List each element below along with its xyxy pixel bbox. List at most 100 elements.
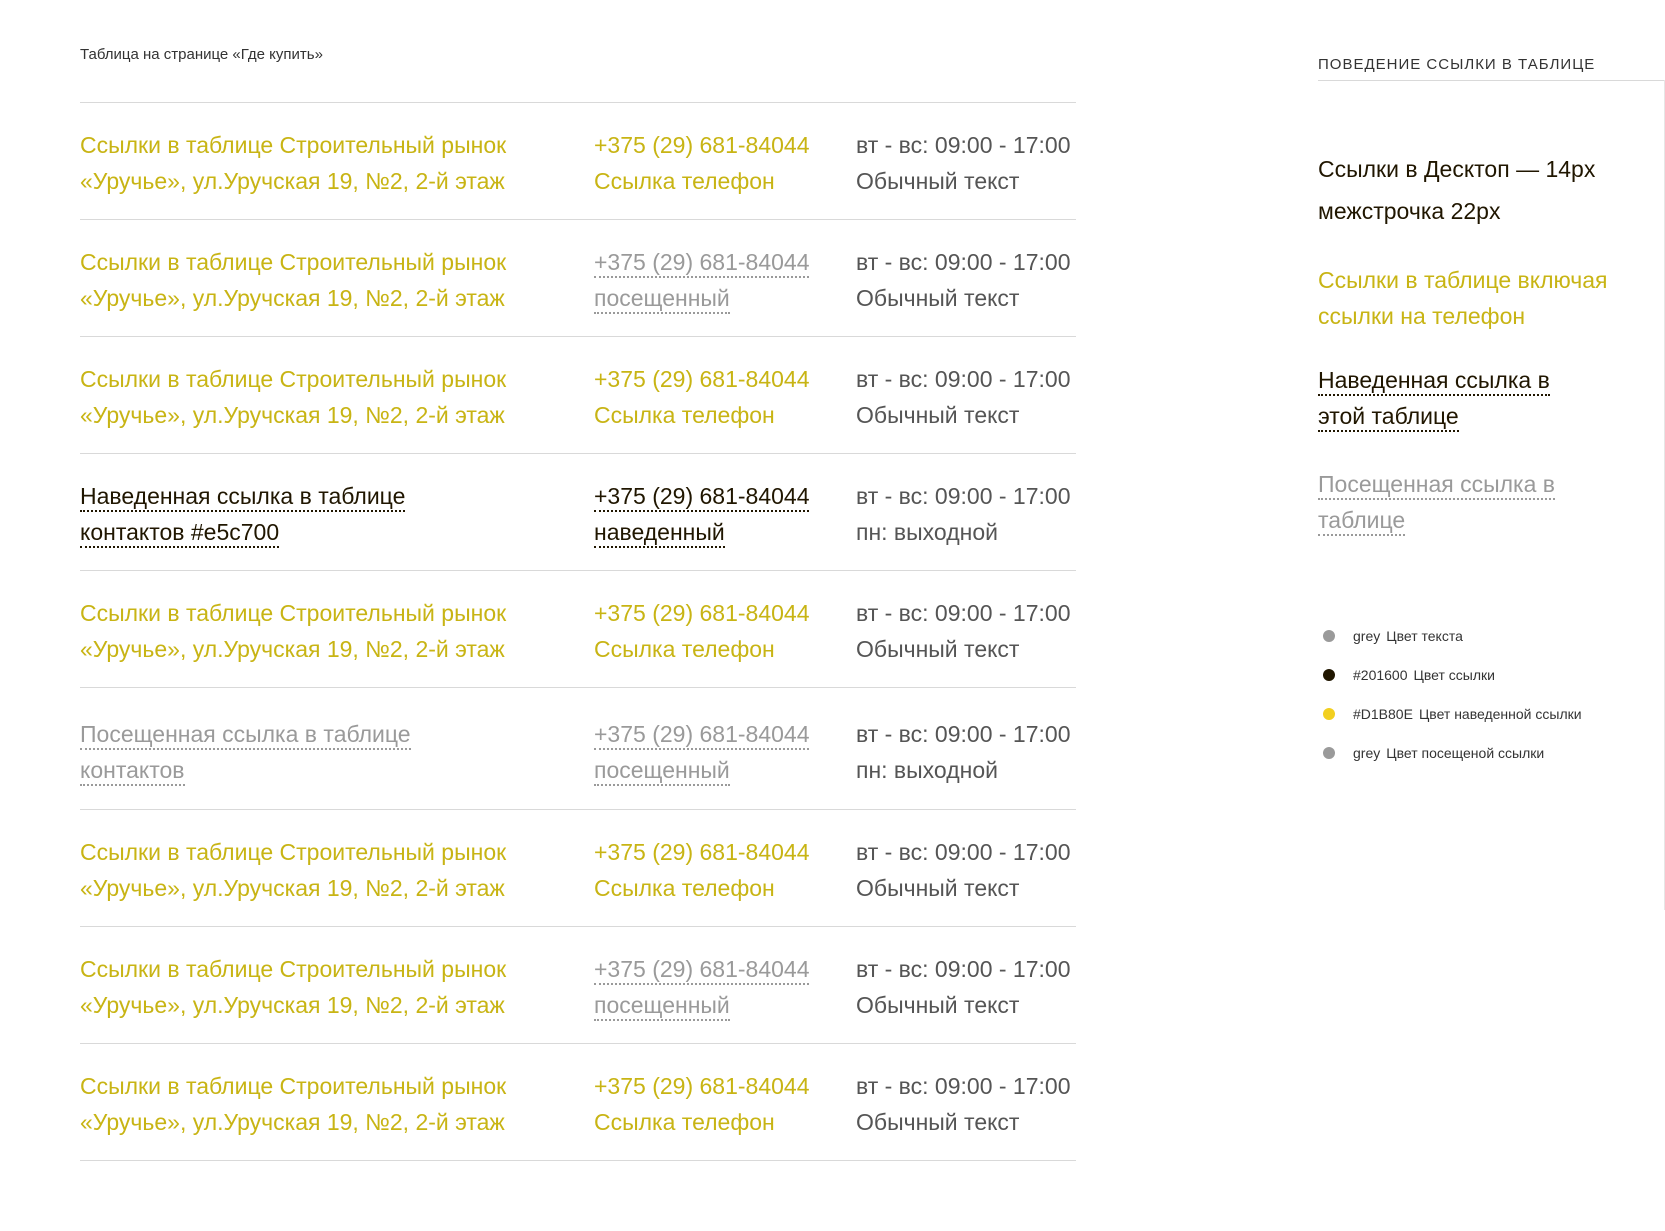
phone-cell-line[interactable]: посещенный: [594, 280, 856, 316]
table-link-text[interactable]: контактов: [80, 756, 185, 786]
table-link-text[interactable]: Ссылка телефон: [594, 635, 775, 663]
table-link-text[interactable]: Ссылки в таблице Строительный рынок: [80, 599, 506, 627]
link-example[interactable]: Ссылки в таблице включая ссылки на телеф…: [1318, 262, 1648, 334]
table-link-text[interactable]: Ссылка телефон: [594, 874, 775, 902]
phone-cell-line[interactable]: наведенный: [594, 514, 856, 550]
table-link-text[interactable]: Наведенная ссылка в таблице: [80, 482, 406, 512]
phone-cell-line[interactable]: +375 (29) 681-84044: [594, 478, 856, 514]
address-cell[interactable]: Наведенная ссылка в таблице контактов #e5…: [80, 478, 594, 570]
phone-cell[interactable]: +375 (29) 681-84044 Ссылка телефон: [594, 595, 856, 687]
table-link-text[interactable]: посещенный: [594, 756, 730, 786]
phone-cell-line[interactable]: +375 (29) 681-84044: [594, 716, 856, 752]
address-cell-line[interactable]: «Уручье», ул.Уручская 19, №2, 2-й этаж: [80, 280, 594, 316]
address-cell-line[interactable]: Ссылки в таблице Строительный рынок: [80, 127, 594, 163]
hours-cell: вт - вс: 09:00 - 17:00 Обычный текст: [856, 1068, 1076, 1160]
table-link-text[interactable]: +375 (29) 681-84044: [594, 599, 809, 627]
table-link-text[interactable]: «Уручье», ул.Уручская 19, №2, 2-й этаж: [80, 1108, 505, 1136]
address-cell-line[interactable]: Наведенная ссылка в таблице: [80, 478, 594, 514]
phone-cell-line[interactable]: +375 (29) 681-84044: [594, 127, 856, 163]
phone-cell[interactable]: +375 (29) 681-84044 посещенный: [594, 716, 856, 809]
table-link-text[interactable]: +375 (29) 681-84044: [594, 720, 810, 750]
address-cell-line[interactable]: Посещенная ссылка в таблице: [80, 716, 594, 752]
table-link-text[interactable]: +375 (29) 681-84044: [594, 131, 809, 159]
phone-cell-line[interactable]: Ссылка телефон: [594, 870, 856, 906]
phone-cell-line[interactable]: Ссылка телефон: [594, 1104, 856, 1140]
address-cell[interactable]: Посещенная ссылка в таблице контактов: [80, 716, 594, 809]
address-cell-line[interactable]: контактов #e5c700: [80, 514, 594, 550]
table-link-text[interactable]: контактов #e5c700: [80, 518, 280, 548]
address-cell-line[interactable]: Ссылки в таблице Строительный рынок: [80, 951, 594, 987]
table-link-text[interactable]: «Уручье», ул.Уручская 19, №2, 2-й этаж: [80, 167, 505, 195]
table-link-text[interactable]: Ссылки в таблице Строительный рынок: [80, 248, 506, 276]
table-link-text[interactable]: Ссылки в таблице Строительный рынок: [80, 365, 506, 393]
address-cell-line[interactable]: контактов: [80, 752, 594, 788]
visited-link-example[interactable]: Посещенная ссылка в таблице: [1318, 466, 1648, 538]
table-link-text[interactable]: «Уручье», ул.Уручская 19, №2, 2-й этаж: [80, 635, 505, 663]
hover-link-example[interactable]: Наведенная ссылка в этой таблице: [1318, 362, 1648, 434]
table-link-text[interactable]: «Уручье», ул.Уручская 19, №2, 2-й этаж: [80, 874, 505, 902]
table-link-text[interactable]: Ссылки в таблице Строительный рынок: [80, 955, 506, 983]
phone-cell-line[interactable]: посещенный: [594, 987, 856, 1023]
table-link-text[interactable]: Ссылки в таблице Строительный рынок: [80, 838, 506, 866]
phone-cell-line[interactable]: +375 (29) 681-84044: [594, 834, 856, 870]
phone-cell-line[interactable]: +375 (29) 681-84044: [594, 595, 856, 631]
address-cell[interactable]: Ссылки в таблице Строительный рынок «Уруч…: [80, 361, 594, 453]
phone-cell[interactable]: +375 (29) 681-84044 Ссылка телефон: [594, 1068, 856, 1160]
phone-cell-line[interactable]: Ссылка телефон: [594, 631, 856, 667]
table-link-text[interactable]: Посещенная ссылка в таблице: [80, 720, 411, 750]
phone-cell-line[interactable]: +375 (29) 681-84044: [594, 1068, 856, 1104]
link-example-line[interactable]: Ссылки в таблице включая: [1318, 266, 1607, 294]
phone-cell[interactable]: +375 (29) 681-84044 Ссылка телефон: [594, 834, 856, 926]
phone-cell[interactable]: +375 (29) 681-84044 посещенный: [594, 244, 856, 336]
link-example-line[interactable]: ссылки на телефон: [1318, 302, 1525, 330]
address-cell[interactable]: Ссылки в таблице Строительный рынок «Уруч…: [80, 127, 594, 219]
phone-cell-line[interactable]: +375 (29) 681-84044: [594, 244, 856, 280]
table-link-text[interactable]: «Уручье», ул.Уручская 19, №2, 2-й этаж: [80, 401, 505, 429]
address-cell-line[interactable]: Ссылки в таблице Строительный рынок: [80, 1068, 594, 1104]
address-cell-line[interactable]: «Уручье», ул.Уручская 19, №2, 2-й этаж: [80, 987, 594, 1023]
table-link-text[interactable]: +375 (29) 681-84044: [594, 482, 810, 512]
phone-cell-line[interactable]: +375 (29) 681-84044: [594, 361, 856, 397]
table-link-text[interactable]: «Уручье», ул.Уручская 19, №2, 2-й этаж: [80, 284, 505, 312]
phone-cell-line[interactable]: посещенный: [594, 752, 856, 788]
address-cell-line[interactable]: «Уручье», ул.Уручская 19, №2, 2-й этаж: [80, 1104, 594, 1140]
table-link-text[interactable]: +375 (29) 681-84044: [594, 1072, 809, 1100]
phone-cell[interactable]: +375 (29) 681-84044 Ссылка телефон: [594, 361, 856, 453]
table-link-text[interactable]: «Уручье», ул.Уручская 19, №2, 2-й этаж: [80, 991, 505, 1019]
table-link-text[interactable]: наведенный: [594, 518, 725, 548]
phone-cell[interactable]: +375 (29) 681-84044 Ссылка телефон: [594, 127, 856, 219]
address-cell[interactable]: Ссылки в таблице Строительный рынок «Уруч…: [80, 244, 594, 336]
table-link-text[interactable]: Ссылка телефон: [594, 401, 775, 429]
address-cell-line[interactable]: Ссылки в таблице Строительный рынок: [80, 595, 594, 631]
address-cell-line[interactable]: «Уручье», ул.Уручская 19, №2, 2-й этаж: [80, 870, 594, 906]
table-link-text[interactable]: Ссылка телефон: [594, 1108, 775, 1136]
table-link-text[interactable]: +375 (29) 681-84044: [594, 838, 809, 866]
table-link-text[interactable]: посещенный: [594, 991, 730, 1021]
visited-link-example-line[interactable]: Посещенная ссылка в: [1318, 470, 1556, 500]
address-cell-line[interactable]: «Уручье», ул.Уручская 19, №2, 2-й этаж: [80, 163, 594, 199]
address-cell[interactable]: Ссылки в таблице Строительный рынок «Уруч…: [80, 595, 594, 687]
table-link-text[interactable]: Ссылка телефон: [594, 167, 775, 195]
table-link-text[interactable]: Ссылки в таблице Строительный рынок: [80, 131, 506, 159]
address-cell-line[interactable]: «Уручье», ул.Уручская 19, №2, 2-й этаж: [80, 397, 594, 433]
phone-cell-line[interactable]: +375 (29) 681-84044: [594, 951, 856, 987]
address-cell-line[interactable]: Ссылки в таблице Строительный рынок: [80, 361, 594, 397]
phone-cell[interactable]: +375 (29) 681-84044 посещенный: [594, 951, 856, 1043]
address-cell[interactable]: Ссылки в таблице Строительный рынок «Уруч…: [80, 834, 594, 926]
address-cell[interactable]: Ссылки в таблице Строительный рынок «Уруч…: [80, 1068, 594, 1160]
hover-link-example-line[interactable]: Наведенная ссылка в: [1318, 366, 1550, 396]
table-link-text[interactable]: +375 (29) 681-84044: [594, 248, 810, 278]
address-cell-line[interactable]: Ссылки в таблице Строительный рынок: [80, 834, 594, 870]
address-cell-line[interactable]: Ссылки в таблице Строительный рынок: [80, 244, 594, 280]
table-link-text[interactable]: Ссылки в таблице Строительный рынок: [80, 1072, 506, 1100]
address-cell-line[interactable]: «Уручье», ул.Уручская 19, №2, 2-й этаж: [80, 631, 594, 667]
table-link-text[interactable]: +375 (29) 681-84044: [594, 365, 809, 393]
hover-link-example-line[interactable]: этой таблице: [1318, 402, 1459, 432]
visited-link-example-line[interactable]: таблице: [1318, 506, 1406, 536]
table-link-text[interactable]: посещенный: [594, 284, 730, 314]
address-cell[interactable]: Ссылки в таблице Строительный рынок «Уруч…: [80, 951, 594, 1043]
phone-cell-line[interactable]: Ссылка телефон: [594, 163, 856, 199]
phone-cell[interactable]: +375 (29) 681-84044 наведенный: [594, 478, 856, 570]
table-link-text[interactable]: +375 (29) 681-84044: [594, 955, 810, 985]
phone-cell-line[interactable]: Ссылка телефон: [594, 397, 856, 433]
